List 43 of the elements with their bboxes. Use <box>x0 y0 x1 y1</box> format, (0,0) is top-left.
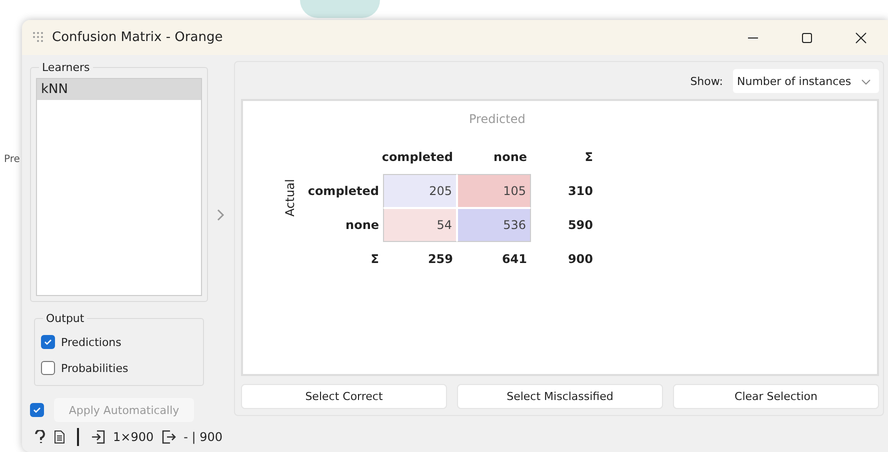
maximize-icon <box>801 32 813 44</box>
total-cell-text: 641 <box>500 251 528 268</box>
row-header: Σ <box>370 251 380 268</box>
group-title: Learners <box>39 61 93 74</box>
action-button[interactable]: Select Misclassified <box>457 384 663 409</box>
checkbox[interactable] <box>41 361 55 375</box>
document-icon[interactable] <box>54 430 65 444</box>
checkmark-icon <box>32 405 42 415</box>
total-cell-text: 900 <box>566 251 594 268</box>
window-title: Confusion Matrix - Orange <box>52 30 223 45</box>
action-button[interactable]: Select Correct <box>241 384 447 409</box>
total-cell-text: 259 <box>426 251 454 268</box>
show-label: Show: <box>690 74 723 88</box>
group-title: Output <box>43 312 88 325</box>
checkbox[interactable] <box>41 335 55 349</box>
checkmark-icon <box>43 337 53 347</box>
axis-label: Predicted <box>469 112 526 126</box>
matrix-cell[interactable]: 536 <box>457 208 531 242</box>
grip-icon <box>32 30 44 45</box>
matrix-cell[interactable]: 205 <box>383 174 457 208</box>
row-header: none <box>344 217 380 234</box>
axis-label: Actual <box>283 179 297 217</box>
row-header: completed <box>306 183 380 200</box>
matrix-cell[interactable]: 54 <box>383 208 457 242</box>
total-cell-text: 590 <box>566 217 594 234</box>
input-icon[interactable] <box>91 430 105 444</box>
total-cell-text: 310 <box>566 183 594 200</box>
output-icon[interactable] <box>162 430 176 444</box>
input-summary: 1×900 <box>113 430 154 444</box>
help-icon[interactable] <box>34 430 46 444</box>
column-header: none <box>492 149 528 166</box>
node-label: Pre <box>4 154 20 165</box>
action-button[interactable]: Clear Selection <box>673 384 879 409</box>
checkbox-label: Probabilities <box>61 362 128 374</box>
matrix-cell[interactable]: 105 <box>457 174 531 208</box>
column-header: completed <box>383 149 454 166</box>
close-icon <box>855 32 867 44</box>
checkbox-label: Predictions <box>61 336 122 348</box>
output-summary: - | 900 <box>184 430 222 444</box>
column-header: Σ <box>584 149 594 166</box>
learners-list[interactable]: kNN <box>36 78 202 296</box>
show-dropdown[interactable]: Number of instances <box>733 69 879 93</box>
list-item[interactable]: kNN <box>37 79 201 100</box>
